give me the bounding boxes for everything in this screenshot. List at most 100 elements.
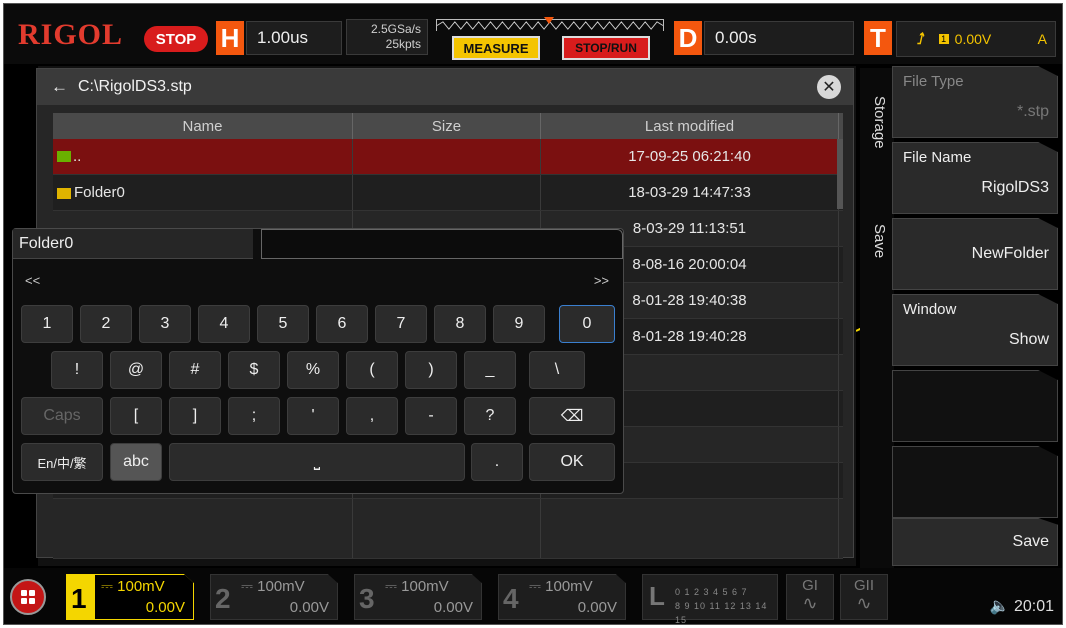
- key-0[interactable]: 0: [559, 305, 615, 343]
- table-row[interactable]: [53, 499, 843, 559]
- key-backslash[interactable]: \: [529, 351, 585, 389]
- key-hash[interactable]: #: [169, 351, 221, 389]
- key-8[interactable]: 8: [434, 305, 486, 343]
- speaker-icon[interactable]: 🔈: [990, 598, 1010, 615]
- key-4[interactable]: 4: [198, 305, 250, 343]
- key-lparen[interactable]: (: [346, 351, 398, 389]
- home-menu-icon[interactable]: [10, 579, 46, 615]
- language-toggle-key[interactable]: En/中/繁: [21, 443, 103, 481]
- key-3[interactable]: 3: [139, 305, 191, 343]
- row-name: ..: [73, 148, 82, 165]
- generator-2-button[interactable]: GII ∿: [840, 574, 888, 620]
- key-5[interactable]: 5: [257, 305, 309, 343]
- la-channels-row1: 0 1 2 3 4 5 6 7: [675, 587, 748, 597]
- row-modified: 17-09-25 06:21:40: [541, 139, 839, 174]
- key-at[interactable]: @: [110, 351, 162, 389]
- key-comma[interactable]: ,: [346, 397, 398, 435]
- row-modified: 18-03-29 14:47:33: [541, 175, 839, 210]
- channel-4-button[interactable]: 4 ⎓ 100mV 0.00V: [498, 574, 626, 620]
- key-minus[interactable]: -: [405, 397, 457, 435]
- softkey-empty: [892, 446, 1058, 518]
- softkey-value: RigolDS3: [981, 179, 1049, 196]
- key-percent[interactable]: %: [287, 351, 339, 389]
- key-lbracket[interactable]: [: [110, 397, 162, 435]
- channel-1-button[interactable]: 1 ⎓ 100mV 0.00V: [66, 574, 194, 620]
- keyboard-input-field[interactable]: [261, 229, 623, 259]
- stop-run-button[interactable]: STOP/RUN: [562, 36, 650, 60]
- delay-label[interactable]: D: [674, 21, 702, 55]
- channel-scale: ⎓ 100mV: [385, 578, 449, 595]
- back-arrow-icon[interactable]: ←: [51, 77, 68, 97]
- sample-rate: 2.5GSa/s: [370, 22, 421, 36]
- current-path: C:\RigolDS3.stp: [78, 78, 192, 95]
- key-underscore[interactable]: _: [464, 351, 516, 389]
- key-rbracket[interactable]: ]: [169, 397, 221, 435]
- keyboard-next-button[interactable]: >>: [594, 273, 609, 288]
- key-dot[interactable]: .: [471, 443, 523, 481]
- timebase-value[interactable]: 1.00us: [246, 21, 342, 55]
- delay-value[interactable]: 0.00s: [704, 21, 854, 55]
- table-row[interactable]: .. 17-09-25 06:21:40: [53, 139, 843, 175]
- tab-storage[interactable]: Storage: [864, 96, 888, 149]
- generator-label: GI: [802, 577, 818, 594]
- generator-label: GII: [853, 577, 874, 594]
- softkey-save[interactable]: Save: [892, 518, 1058, 566]
- channel-scale: ⎓ 100mV: [101, 578, 165, 595]
- la-label: L: [649, 581, 665, 611]
- key-exclamation[interactable]: !: [51, 351, 103, 389]
- key-9[interactable]: 9: [493, 305, 545, 343]
- softkey-new-folder[interactable]: NewFolder: [892, 218, 1058, 290]
- horizontal-label[interactable]: H: [216, 21, 244, 55]
- trigger-info[interactable]: ⭜ 1 0.00V A: [896, 21, 1056, 57]
- caps-key[interactable]: Caps: [21, 397, 103, 435]
- softkey-label: Save: [1012, 533, 1049, 550]
- key-semicolon[interactable]: ;: [228, 397, 280, 435]
- key-dollar[interactable]: $: [228, 351, 280, 389]
- channel-offset: 0.00V: [289, 599, 329, 616]
- softkey-file-name[interactable]: File Name RigolDS3: [892, 142, 1058, 214]
- channel-offset: 0.00V: [577, 599, 617, 616]
- sine-wave-icon: ∿: [856, 593, 872, 613]
- dialog-title-bar: ← C:\RigolDS3.stp: [37, 69, 853, 105]
- backspace-icon[interactable]: ⌫: [529, 397, 615, 435]
- virtual-keyboard: Folder0 << >> 1 2 3 4 5 6 7 8 9 0 ! @ # …: [12, 228, 624, 494]
- key-1[interactable]: 1: [21, 305, 73, 343]
- table-row[interactable]: Folder0 18-03-29 14:47:33: [53, 175, 843, 211]
- trigger-position-marker: [544, 17, 554, 24]
- key-6[interactable]: 6: [316, 305, 368, 343]
- channel-number: 4: [503, 583, 519, 614]
- rising-edge-icon: ⭜: [917, 31, 925, 48]
- channel-number: 2: [215, 583, 231, 614]
- run-state-badge[interactable]: STOP: [144, 26, 208, 52]
- logic-analyzer-button[interactable]: L 0 1 2 3 4 5 6 7 8 9 10 11 12 13 14 15: [642, 574, 778, 624]
- channel-number: 3: [359, 583, 375, 614]
- measure-button[interactable]: MEASURE: [452, 36, 540, 60]
- column-header-name[interactable]: Name: [53, 113, 353, 139]
- trigger-label[interactable]: T: [864, 21, 892, 55]
- tab-save[interactable]: Save: [864, 224, 888, 258]
- space-key[interactable]: ⎵: [169, 443, 465, 481]
- softkey-file-type[interactable]: File Type *.stp: [892, 66, 1058, 138]
- key-question[interactable]: ?: [464, 397, 516, 435]
- softkey-window[interactable]: Window Show: [892, 294, 1058, 366]
- ok-button[interactable]: OK: [529, 443, 615, 481]
- key-rparen[interactable]: ): [405, 351, 457, 389]
- key-7[interactable]: 7: [375, 305, 427, 343]
- key-2[interactable]: 2: [80, 305, 132, 343]
- abc-key[interactable]: abc: [110, 443, 162, 481]
- table-scrollbar[interactable]: [837, 139, 843, 209]
- keyboard-input-value: Folder0: [13, 229, 253, 259]
- trigger-level: 0.00V: [954, 31, 992, 47]
- la-channels-row2: 8 9 10 11 12 13 14 15: [675, 601, 768, 625]
- keyboard-prev-button[interactable]: <<: [25, 273, 40, 288]
- softkey-label: File Name: [903, 149, 972, 166]
- column-header-size[interactable]: Size: [353, 113, 541, 139]
- generator-1-button[interactable]: GI ∿: [786, 574, 834, 620]
- column-header-modified[interactable]: Last modified: [541, 113, 839, 139]
- channel-3-button[interactable]: 3 ⎓ 100mV 0.00V: [354, 574, 482, 620]
- channel-offset: 0.00V: [433, 599, 473, 616]
- key-apostrophe[interactable]: ': [287, 397, 339, 435]
- softkey-label: NewFolder: [971, 245, 1049, 262]
- channel-2-button[interactable]: 2 ⎓ 100mV 0.00V: [210, 574, 338, 620]
- close-icon[interactable]: ✕: [817, 75, 841, 99]
